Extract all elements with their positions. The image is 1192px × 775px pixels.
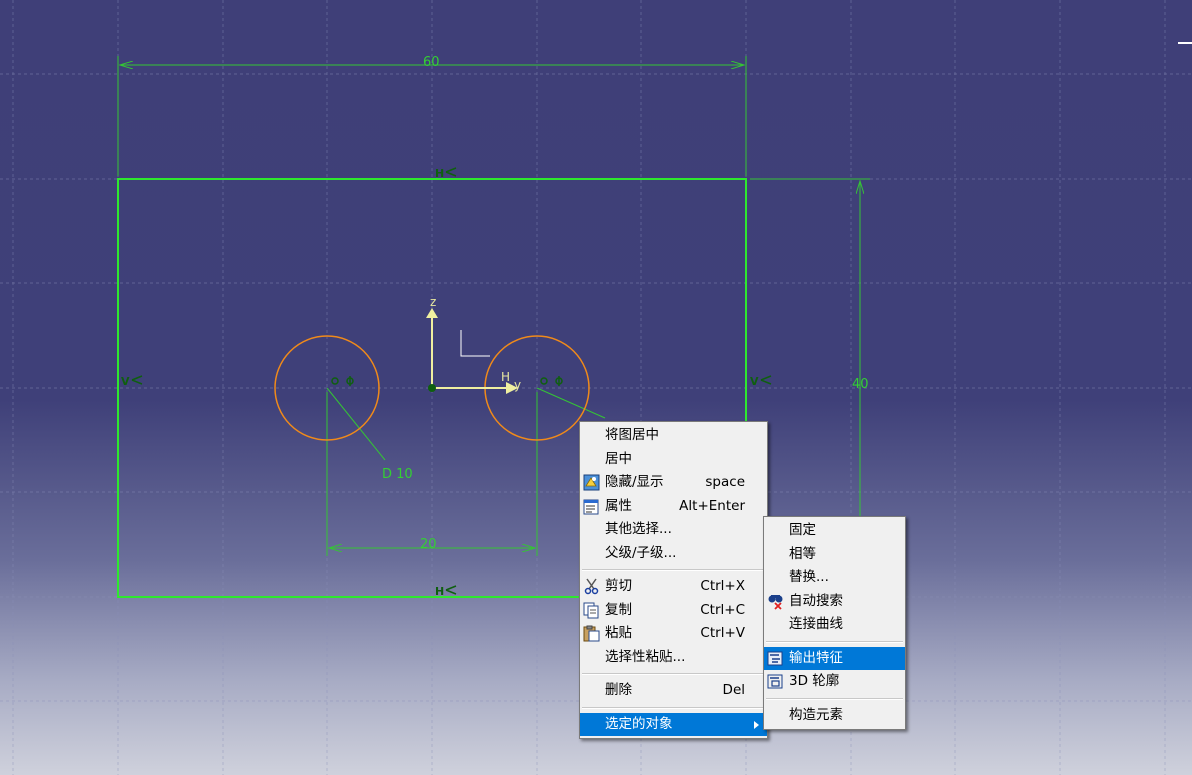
menu-separator <box>766 640 903 643</box>
properties-icon <box>583 499 599 514</box>
menu-separator <box>582 569 765 571</box>
svg-text:H: H <box>435 167 444 180</box>
menu-item-properties[interactable]: 属性 Alt+Enter <box>580 495 767 519</box>
corner-mark <box>1178 42 1192 44</box>
output-feature-icon <box>767 651 783 665</box>
auto-search-icon <box>768 594 783 610</box>
circle-right-center <box>540 376 563 386</box>
constraint-right: V <box>750 375 772 388</box>
svg-text:H: H <box>435 585 444 598</box>
menu-item-selected-object[interactable]: 选定的对象 <box>580 712 767 736</box>
svg-text:V: V <box>750 375 759 388</box>
menu-item-delete[interactable]: 删除 Del <box>580 679 767 703</box>
context-menu: 将图居中 居中 隐藏/显示 space 属性 Alt+Enter 其他选择... 父… <box>579 421 768 739</box>
menu-item-hide-show[interactable]: 隐藏/显示 space <box>580 471 767 495</box>
3d-profile-icon <box>767 674 783 689</box>
submenu-item-construction-element[interactable]: 构造元素 <box>764 704 905 728</box>
paste-icon <box>583 625 600 642</box>
submenu-item-auto-search[interactable]: 自动搜索 <box>764 590 905 614</box>
menu-item-parents-children[interactable]: 父级/子级... <box>580 542 767 566</box>
submenu-item-fix[interactable]: 固定 <box>764 519 905 543</box>
hide-show-icon <box>583 474 600 491</box>
dimension-width-label[interactable]: 60 <box>423 55 440 70</box>
copy-icon <box>583 602 599 618</box>
dimension-diameter: D 10 <box>326 387 606 482</box>
menu-item-paste-special[interactable]: 选择性粘贴... <box>580 646 767 670</box>
submenu-arrow-icon <box>754 720 759 729</box>
axis-h-label: y <box>514 378 521 392</box>
submenu-item-connect-curve[interactable]: 连接曲线 <box>764 613 905 637</box>
menu-item-copy[interactable]: 复制 Ctrl+C <box>580 599 767 623</box>
submenu-item-replace[interactable]: 替换... <box>764 566 905 590</box>
menu-item-center[interactable]: 居中 <box>580 448 767 472</box>
dimension-height-label[interactable]: 40 <box>852 377 869 392</box>
submenu-item-equal[interactable]: 相等 <box>764 543 905 567</box>
menu-separator <box>582 706 765 709</box>
selected-object-submenu: 固定 相等 替换... 自动搜索 连接曲线 输出特征 3D 轮廓 构造元素 <box>763 516 906 730</box>
menu-separator <box>582 673 765 675</box>
axis-v-label: z <box>430 295 436 309</box>
scissors-icon <box>584 578 599 595</box>
dimension-diameter-label[interactable]: D 10 <box>382 467 413 482</box>
submenu-item-3d-profile[interactable]: 3D 轮廓 <box>764 670 905 694</box>
svg-text:V: V <box>121 375 130 388</box>
menu-item-cut[interactable]: 剪切 Ctrl+X <box>580 575 767 599</box>
menu-item-center-graph[interactable]: 将图居中 <box>580 424 767 448</box>
dimension-spacing-label[interactable]: 20 <box>420 537 437 552</box>
axis-h-marker: H <box>501 370 510 384</box>
menu-item-other-selection[interactable]: 其他选择... <box>580 518 767 542</box>
menu-separator <box>766 697 903 700</box>
dimension-height: 40 <box>750 178 870 520</box>
menu-item-paste[interactable]: 粘贴 Ctrl+V <box>580 622 767 646</box>
submenu-item-output-feature[interactable]: 输出特征 <box>764 646 905 670</box>
circle-left-center <box>331 376 354 386</box>
constraint-left: V <box>121 375 143 388</box>
sketch-axis: z H y <box>426 295 521 394</box>
